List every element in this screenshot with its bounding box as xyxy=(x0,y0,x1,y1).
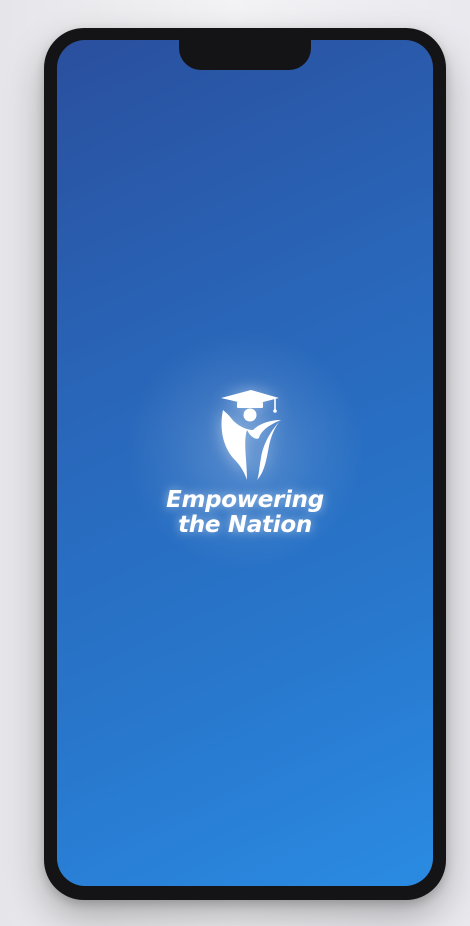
splash-content: Empowering the Nation xyxy=(57,40,433,886)
splash-screen: Empowering the Nation xyxy=(57,40,433,886)
preview-background: Empowering the Nation xyxy=(0,0,470,926)
phone-notch xyxy=(179,40,311,70)
phone-frame: Empowering the Nation xyxy=(44,28,446,900)
tagline-line-2: the Nation xyxy=(178,512,312,538)
graduate-person-icon xyxy=(221,390,281,480)
tagline-line-1: Empowering xyxy=(166,487,324,513)
